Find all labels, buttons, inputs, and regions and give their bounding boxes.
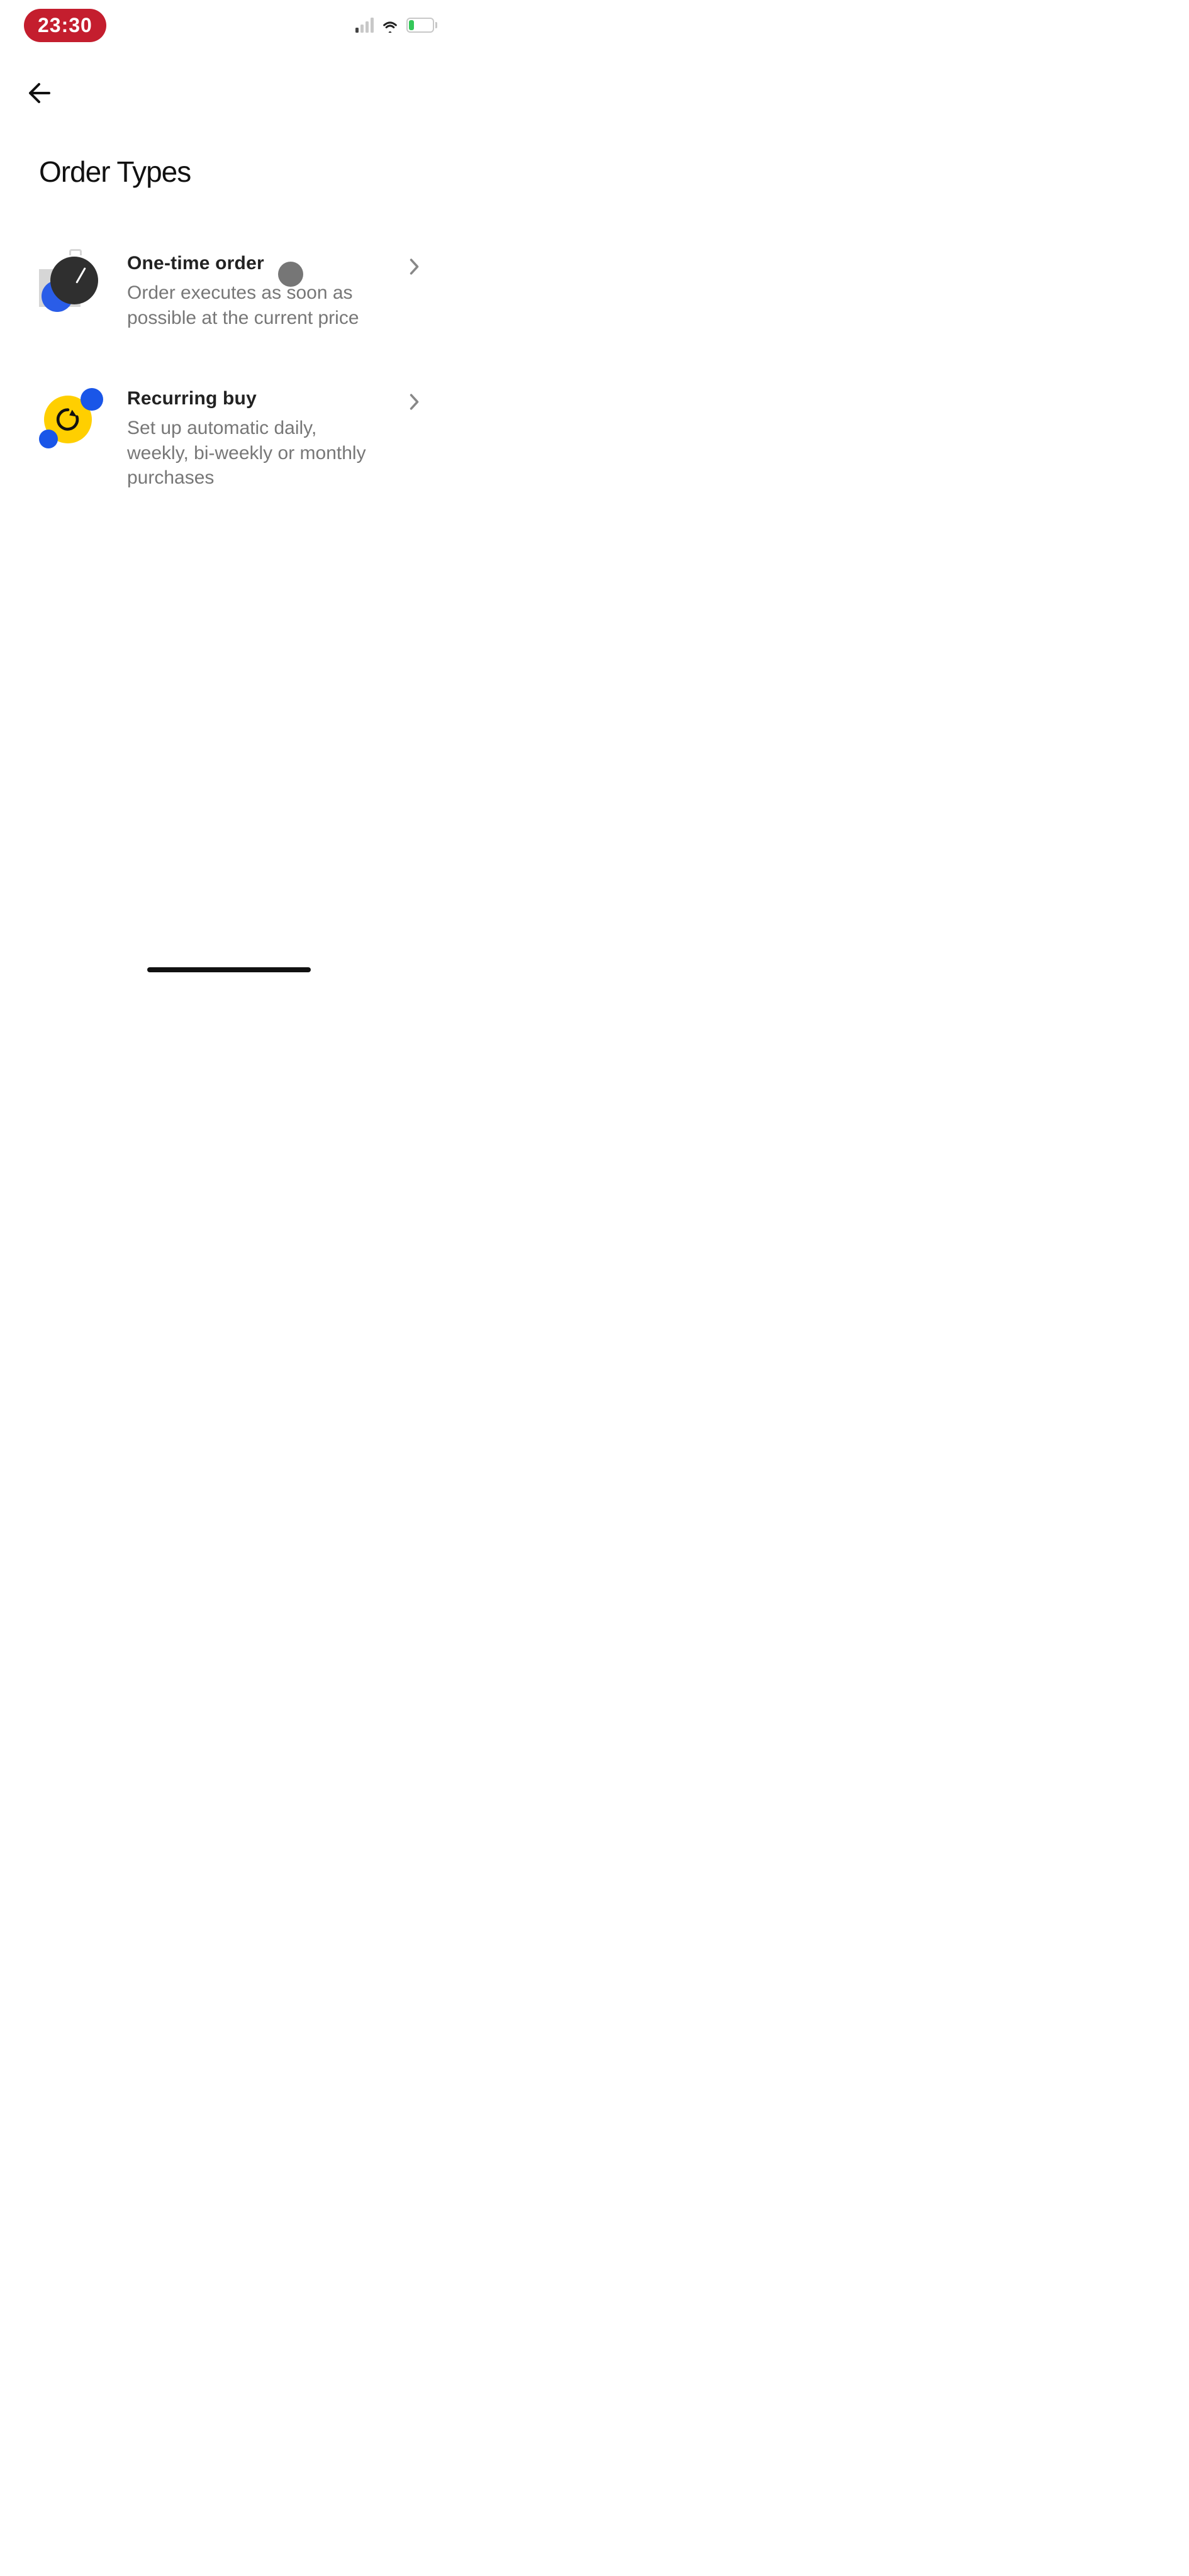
option-text: Recurring buy Set up automatic daily, we… xyxy=(127,387,380,491)
back-button[interactable] xyxy=(21,75,57,111)
chevron-right-icon xyxy=(405,258,424,275)
wifi-icon xyxy=(381,18,399,33)
cellular-signal-icon xyxy=(355,18,374,33)
option-one-time-order[interactable]: One-time order Order executes as soon as… xyxy=(39,252,433,330)
status-time-pill[interactable]: 23:30 xyxy=(24,9,106,42)
chevron-right-icon xyxy=(405,393,424,411)
status-time: 23:30 xyxy=(38,14,92,36)
page-title: Order Types xyxy=(0,111,458,189)
stopwatch-icon xyxy=(39,252,102,314)
recurring-icon xyxy=(39,387,102,450)
touch-indicator xyxy=(278,262,303,287)
refresh-arrow-icon xyxy=(54,406,82,433)
status-right: 22 xyxy=(355,18,434,33)
option-description: Order executes as soon as possible at th… xyxy=(127,280,380,330)
battery-percent: 22 xyxy=(415,20,425,30)
option-recurring-buy[interactable]: Recurring buy Set up automatic daily, we… xyxy=(39,387,433,491)
option-title: One-time order xyxy=(127,253,380,274)
options-list: One-time order Order executes as soon as… xyxy=(0,189,458,491)
option-description: Set up automatic daily, weekly, bi-weekl… xyxy=(127,416,380,491)
option-text: One-time order Order executes as soon as… xyxy=(127,252,380,330)
phone-frame: 23:30 22 xyxy=(0,0,458,980)
arrow-left-icon xyxy=(26,80,52,106)
battery-icon: 22 xyxy=(406,18,434,33)
option-title: Recurring buy xyxy=(127,388,380,409)
status-bar: 23:30 22 xyxy=(0,0,458,50)
nav-bar xyxy=(0,50,458,111)
home-indicator[interactable] xyxy=(147,967,311,972)
